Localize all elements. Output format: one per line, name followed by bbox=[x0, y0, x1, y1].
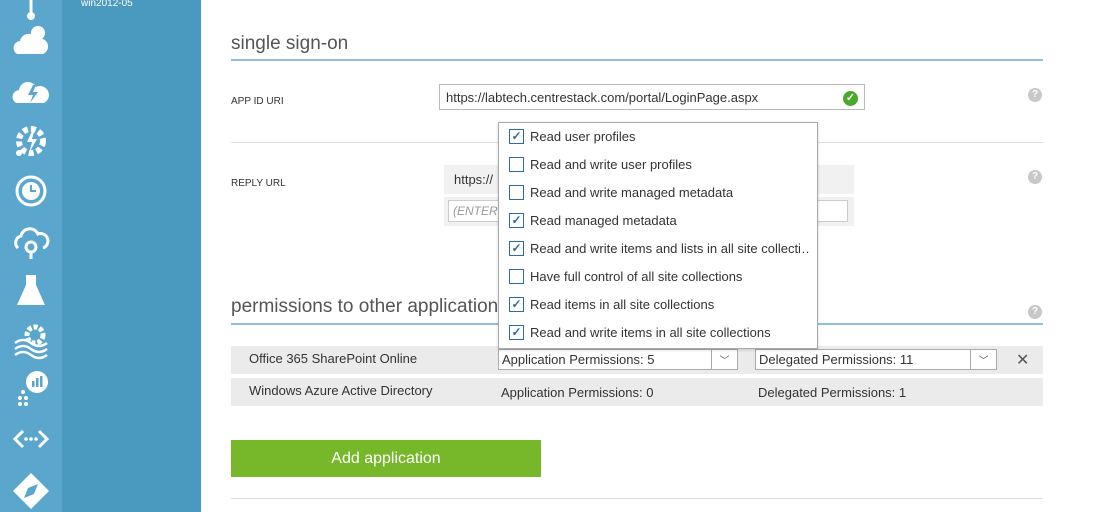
cloud-services-icon[interactable] bbox=[8, 18, 54, 64]
chevron-down-icon: ﹀ bbox=[970, 350, 996, 369]
settings-waves-icon[interactable] bbox=[8, 318, 54, 364]
help-icon[interactable]: ? bbox=[1028, 88, 1042, 102]
close-icon[interactable]: ✕ bbox=[1016, 350, 1029, 370]
delegated-permissions-value: Delegated Permissions: 11 bbox=[759, 352, 914, 367]
checkbox[interactable] bbox=[509, 268, 524, 284]
app-id-label: APP ID URI bbox=[231, 96, 284, 107]
checkbox[interactable]: ✓ bbox=[509, 324, 524, 340]
permission-option[interactable]: ✓ Read user profiles bbox=[509, 126, 809, 146]
permissions-title: permissions to other application bbox=[231, 296, 499, 317]
app-id-input[interactable]: https://labtech.centrestack.com/portal/L… bbox=[439, 84, 865, 110]
cloud-link-icon[interactable] bbox=[8, 218, 54, 264]
clock-refresh-icon[interactable] bbox=[8, 168, 54, 214]
compass-icon[interactable] bbox=[8, 468, 54, 512]
application-permissions-value: Application Permissions: 5 bbox=[502, 352, 655, 367]
permission-label: Read user profiles bbox=[530, 128, 636, 144]
checkbox[interactable] bbox=[509, 184, 524, 200]
divider bbox=[231, 498, 1043, 499]
code-arrows-icon[interactable] bbox=[8, 416, 54, 462]
gear-bolt-icon[interactable] bbox=[8, 118, 54, 164]
permission-label: Read and write managed metadata bbox=[530, 184, 734, 200]
help-icon[interactable]: ? bbox=[1028, 305, 1042, 319]
add-application-button[interactable]: Add application bbox=[231, 440, 541, 477]
app-name: Windows Azure Active Directory bbox=[249, 382, 433, 398]
checkbox[interactable] bbox=[509, 156, 524, 172]
permission-label: Read items in all site collections bbox=[530, 296, 715, 312]
icon-rail bbox=[0, 0, 62, 512]
flask-icon[interactable] bbox=[8, 268, 54, 314]
app-name: Office 365 SharePoint Online bbox=[249, 350, 418, 366]
checkbox[interactable]: ✓ bbox=[509, 240, 524, 256]
permission-option[interactable]: ✓ Read managed metadata bbox=[509, 210, 809, 230]
table-row: Windows Azure Active Directory Applicati… bbox=[231, 378, 1043, 406]
secondary-nav: win2012-05 bbox=[62, 0, 201, 512]
delegated-permissions-value[interactable]: Delegated Permissions: 1 bbox=[758, 378, 906, 406]
permission-label: Read and write items and lists in all si… bbox=[530, 240, 809, 256]
permission-option[interactable]: ✓ Read and write items and lists in all … bbox=[509, 238, 809, 258]
cloud-bolt-icon[interactable] bbox=[8, 68, 54, 114]
checkbox[interactable]: ✓ bbox=[509, 128, 524, 144]
sso-title: single sign-on bbox=[231, 33, 349, 54]
permission-option[interactable]: ✓ Read items in all site collections bbox=[509, 294, 809, 314]
reply-url-label: REPLY URL bbox=[231, 178, 286, 189]
valid-check-icon: ✓ bbox=[843, 91, 858, 106]
reply-url-placeholder: (ENTER bbox=[453, 204, 498, 218]
permission-label: Read and write user profiles bbox=[530, 156, 692, 172]
permission-label: Have full control of all site collection… bbox=[530, 268, 743, 284]
application-permissions-select[interactable]: Application Permissions: 5 ﹀ bbox=[498, 349, 738, 370]
chevron-down-icon: ﹀ bbox=[711, 350, 737, 369]
main-content: single sign-on APP ID URI https://labtec… bbox=[201, 0, 1108, 512]
permission-label: Read managed metadata bbox=[530, 212, 677, 228]
permissions-dropdown: ✓ Read user profiles Read and write user… bbox=[498, 122, 818, 349]
analytics-icon[interactable] bbox=[8, 365, 54, 411]
application-permissions-value[interactable]: Application Permissions: 0 bbox=[501, 378, 653, 406]
help-icon[interactable]: ? bbox=[1028, 170, 1042, 184]
reply-url-value[interactable]: https:// bbox=[454, 172, 493, 187]
divider bbox=[231, 59, 1043, 61]
app-id-value: https://labtech.centrestack.com/portal/L… bbox=[446, 89, 759, 105]
checkbox[interactable]: ✓ bbox=[509, 212, 524, 228]
permission-option[interactable]: Read and write user profiles bbox=[509, 154, 809, 174]
nav-item-win2012[interactable]: win2012-05 bbox=[81, 0, 133, 9]
table-row: Office 365 SharePoint Online Application… bbox=[231, 346, 1043, 374]
permission-option[interactable]: Read and write managed metadata bbox=[509, 182, 809, 202]
delegated-permissions-select[interactable]: Delegated Permissions: 11 ﹀ bbox=[755, 349, 997, 370]
checkbox[interactable]: ✓ bbox=[509, 296, 524, 312]
permission-option[interactable]: Have full control of all site collection… bbox=[509, 266, 809, 286]
permission-option[interactable]: ✓ Read and write items in all site colle… bbox=[509, 322, 809, 342]
permission-label: Read and write items in all site collect… bbox=[530, 324, 771, 340]
